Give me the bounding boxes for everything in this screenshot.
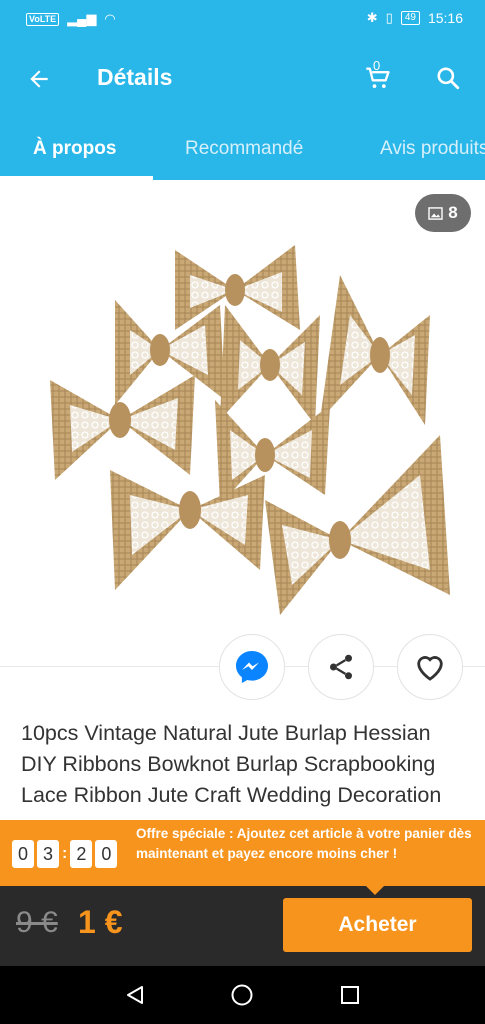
- product-image: [50, 245, 450, 615]
- countdown-separator: :: [62, 845, 68, 862]
- tab-a-propos[interactable]: À propos: [33, 138, 116, 160]
- wishlist-button[interactable]: [397, 634, 463, 700]
- triangle-back-icon: [127, 986, 143, 1004]
- nav-back-button[interactable]: [120, 980, 150, 1010]
- countdown-digit: 2: [70, 840, 93, 868]
- bow-1: [175, 245, 300, 330]
- share-icon: [330, 654, 352, 680]
- bow-3: [115, 300, 225, 405]
- messenger-share-button[interactable]: [219, 634, 285, 700]
- status-right: ✱ ▯ 49 15:16: [367, 10, 463, 26]
- bow-7: [110, 470, 265, 590]
- bottom-price-bar: 9 € 1 € Acheter: [0, 886, 485, 966]
- tab-recommande[interactable]: Recommandé: [185, 138, 303, 160]
- volte-indicator: VoLTE: [26, 12, 60, 26]
- image-icon: [428, 206, 443, 220]
- messenger-icon: [236, 651, 268, 683]
- bow-2: [320, 275, 430, 425]
- product-title: 10pcs Vintage Natural Jute Burlap Hessia…: [21, 721, 442, 807]
- bluetooth-icon: ✱: [366, 10, 378, 25]
- countdown-digit: 3: [37, 840, 59, 868]
- signal-icon: ▂▄▆: [67, 11, 97, 26]
- app-bar: Détails 0: [0, 40, 485, 118]
- buy-button[interactable]: Acheter: [283, 898, 472, 952]
- photo-count-badge[interactable]: 8: [415, 194, 471, 232]
- share-button[interactable]: [308, 634, 374, 700]
- cart-count-badge: 0: [373, 58, 381, 73]
- countdown-digit: 0: [12, 840, 34, 868]
- page-title: Détails: [97, 64, 173, 90]
- circle-home-icon: [231, 984, 253, 1006]
- offer-pointer: [366, 886, 384, 895]
- nav-recents-button[interactable]: [335, 980, 365, 1010]
- vibrate-icon: ▯: [385, 10, 393, 25]
- nav-home-button[interactable]: [227, 980, 257, 1010]
- battery-icon: 49: [400, 11, 420, 25]
- photo-count-value: 8: [448, 203, 458, 222]
- back-button[interactable]: [22, 62, 56, 96]
- tab-bar: À propos Recommandé Avis produits: [0, 118, 485, 180]
- countdown-digit: 0: [95, 840, 118, 868]
- search-icon: [437, 67, 460, 90]
- search-button[interactable]: [430, 60, 466, 96]
- special-offer-banner[interactable]: 0 3 : 2 0 Offre spéciale : Ajoutez cet a…: [0, 820, 485, 886]
- bow-4: [220, 305, 320, 425]
- system-nav-bar: [0, 966, 485, 1024]
- product-gallery[interactable]: 8: [0, 180, 485, 666]
- square-recents-icon: [341, 986, 359, 1004]
- wifi-icon: ◠: [104, 11, 116, 26]
- status-left: VoLTE ▂▄▆ ◠: [26, 11, 116, 27]
- offer-text: Offre spéciale : Ajoutez cet article à v…: [136, 826, 472, 861]
- countdown-timer: 0 3 : 2 0: [12, 840, 118, 868]
- sale-price: 1 €: [78, 904, 123, 940]
- tab-avis-produits[interactable]: Avis produits: [380, 138, 485, 160]
- status-time: 15:16: [427, 10, 463, 26]
- status-bar: VoLTE ▂▄▆ ◠ ✱ ▯ 49 15:16: [0, 0, 485, 40]
- heart-icon: [417, 656, 443, 681]
- back-arrow-icon: [30, 70, 48, 88]
- original-price: 9 €: [16, 906, 58, 939]
